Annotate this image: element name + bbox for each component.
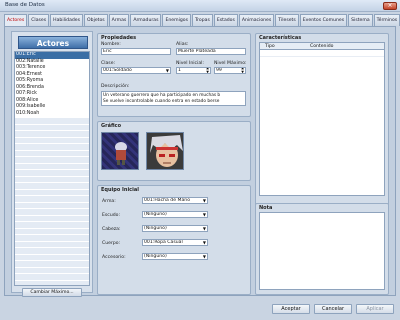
window-title: Base de Datos bbox=[5, 2, 45, 8]
traits-panel: Características Tipo Contenido bbox=[255, 33, 389, 225]
equip-weapon-select[interactable]: 001:Hacha de Mano ▼ bbox=[142, 197, 208, 204]
class-select-value: 001:Soldado bbox=[103, 68, 132, 73]
tab-enemigos[interactable]: Enemigos bbox=[162, 14, 191, 26]
tab-terminos[interactable]: Términos bbox=[373, 14, 400, 26]
actors-header: Actores bbox=[18, 36, 88, 49]
title-bar: Base de Datos × bbox=[0, 0, 400, 12]
equipment-panel: Equipo Inicial Arma: 001:Hacha de Mano ▼… bbox=[97, 185, 251, 295]
class-select[interactable]: 001:Soldado ▼ bbox=[101, 67, 171, 74]
initial-level-stepper[interactable]: 1 ▲ ▼ bbox=[176, 67, 211, 74]
face-portrait-icon bbox=[147, 133, 183, 169]
cancel-button[interactable]: Cancelar bbox=[314, 304, 352, 314]
name-field[interactable]: Eric bbox=[101, 48, 171, 55]
tab-clases[interactable]: Clases bbox=[28, 14, 50, 26]
equip-shield-select[interactable]: (Ninguno) ▼ bbox=[142, 211, 208, 218]
character-sprite[interactable] bbox=[101, 132, 139, 170]
equip-shield-label: Escudo: bbox=[102, 213, 121, 218]
apply-button[interactable]: Aplicar bbox=[356, 304, 394, 314]
equip-weapon-value: 001:Hacha de Mano bbox=[144, 198, 191, 203]
change-maximum-button[interactable]: Cambiar Máximo... bbox=[22, 288, 82, 297]
tab-habilidades[interactable]: Habilidades bbox=[50, 14, 84, 26]
properties-panel: Propiedades Nombre: Eric Alias: Muerte P… bbox=[97, 33, 251, 117]
chevron-down-icon: ▼ bbox=[202, 198, 206, 203]
equip-body-label: Cuerpo: bbox=[102, 241, 121, 246]
equip-shield-value: (Ninguno) bbox=[144, 212, 167, 217]
tab-objetos[interactable]: Objetos bbox=[84, 14, 108, 26]
equip-weapon-label: Arma: bbox=[102, 199, 116, 204]
equip-head-label: Cabeza: bbox=[102, 227, 121, 232]
chevron-down-icon: ▼ bbox=[202, 254, 206, 259]
tab-tropas[interactable]: Tropas bbox=[192, 14, 213, 26]
initial-level-value: 1 bbox=[178, 68, 181, 73]
chevron-down-icon: ▼ bbox=[202, 212, 206, 217]
tab-animaciones[interactable]: Animaciones bbox=[238, 14, 275, 26]
traits-table-header: Tipo Contenido bbox=[259, 42, 385, 50]
equip-head-select[interactable]: (Ninguno) ▼ bbox=[142, 225, 208, 232]
note-title: Nota bbox=[259, 205, 273, 211]
chevron-down-icon: ▼ bbox=[165, 68, 169, 73]
empty-list-item[interactable] bbox=[15, 279, 89, 285]
spin-arrows-icon[interactable]: ▲ ▼ bbox=[206, 68, 209, 73]
chevron-down-icon: ▼ bbox=[202, 240, 206, 245]
close-icon[interactable]: × bbox=[383, 2, 397, 10]
nickname-field[interactable]: Muerte Plateada bbox=[176, 48, 246, 55]
description-label: Descripción: bbox=[101, 84, 130, 89]
equip-accessory-value: (Ninguno) bbox=[144, 254, 167, 259]
equip-accessory-label: Accesorio: bbox=[102, 255, 126, 260]
tab-armaduras[interactable]: Armaduras bbox=[130, 14, 162, 26]
traits-title: Características bbox=[259, 35, 302, 41]
equip-body-value: 001:Ropa Casual bbox=[144, 240, 183, 245]
tab-sistema[interactable]: Sistema bbox=[348, 14, 373, 26]
traits-table[interactable] bbox=[259, 50, 385, 196]
traits-col-content: Contenido bbox=[310, 44, 334, 49]
equip-accessory-select[interactable]: (Ninguno) ▼ bbox=[142, 253, 208, 260]
tab-tilesets[interactable]: Tilesets bbox=[275, 14, 299, 26]
graphics-panel: Gráfico bbox=[97, 121, 251, 181]
equipment-title: Equipo Inicial bbox=[101, 187, 139, 193]
sprite-icon bbox=[115, 142, 127, 165]
tab-estados[interactable]: Estados bbox=[213, 14, 238, 26]
nickname-label: Alias: bbox=[176, 42, 189, 47]
database-tabs: Actores Clases Habilidades Objetos Armas… bbox=[4, 14, 400, 27]
max-level-stepper[interactable]: 99 ▲ ▼ bbox=[214, 67, 246, 74]
actors-panel: Actores 001:Eric 002:Natalie 003:Terence… bbox=[11, 31, 93, 297]
properties-title: Propiedades bbox=[101, 35, 137, 41]
actor-list[interactable]: 001:Eric 002:Natalie 003:Terence 004:Ern… bbox=[14, 51, 90, 286]
chevron-down-icon: ▼ bbox=[202, 226, 206, 231]
ok-button[interactable]: Aceptar bbox=[272, 304, 310, 314]
character-face[interactable] bbox=[146, 132, 184, 170]
tab-eventos-comunes[interactable]: Eventos Comunes bbox=[299, 14, 348, 26]
traits-col-type: Tipo bbox=[265, 44, 275, 49]
equip-body-select[interactable]: 001:Ropa Casual ▼ bbox=[142, 239, 208, 246]
initial-level-label: Nivel Inicial: bbox=[176, 61, 204, 66]
tab-content: Actores 001:Eric 002:Natalie 003:Terence… bbox=[4, 26, 396, 297]
description-field[interactable]: Un veterano guerrero que ha participado … bbox=[101, 91, 246, 106]
class-label: Clase: bbox=[101, 61, 116, 66]
name-label: Nombre: bbox=[101, 42, 121, 47]
equip-head-value: (Ninguno) bbox=[144, 226, 167, 231]
graphics-title: Gráfico bbox=[101, 123, 122, 129]
table-row[interactable] bbox=[260, 50, 384, 57]
spin-arrows-icon[interactable]: ▲ ▼ bbox=[241, 68, 244, 73]
max-level-label: Nivel Máximo: bbox=[214, 61, 247, 66]
max-level-value: 99 bbox=[216, 68, 222, 73]
description-line: Se vuelve incontrolable cuando entra en … bbox=[103, 99, 220, 104]
tab-armas[interactable]: Armas bbox=[108, 14, 130, 26]
note-field[interactable] bbox=[259, 212, 385, 290]
note-panel: Nota bbox=[255, 203, 389, 295]
